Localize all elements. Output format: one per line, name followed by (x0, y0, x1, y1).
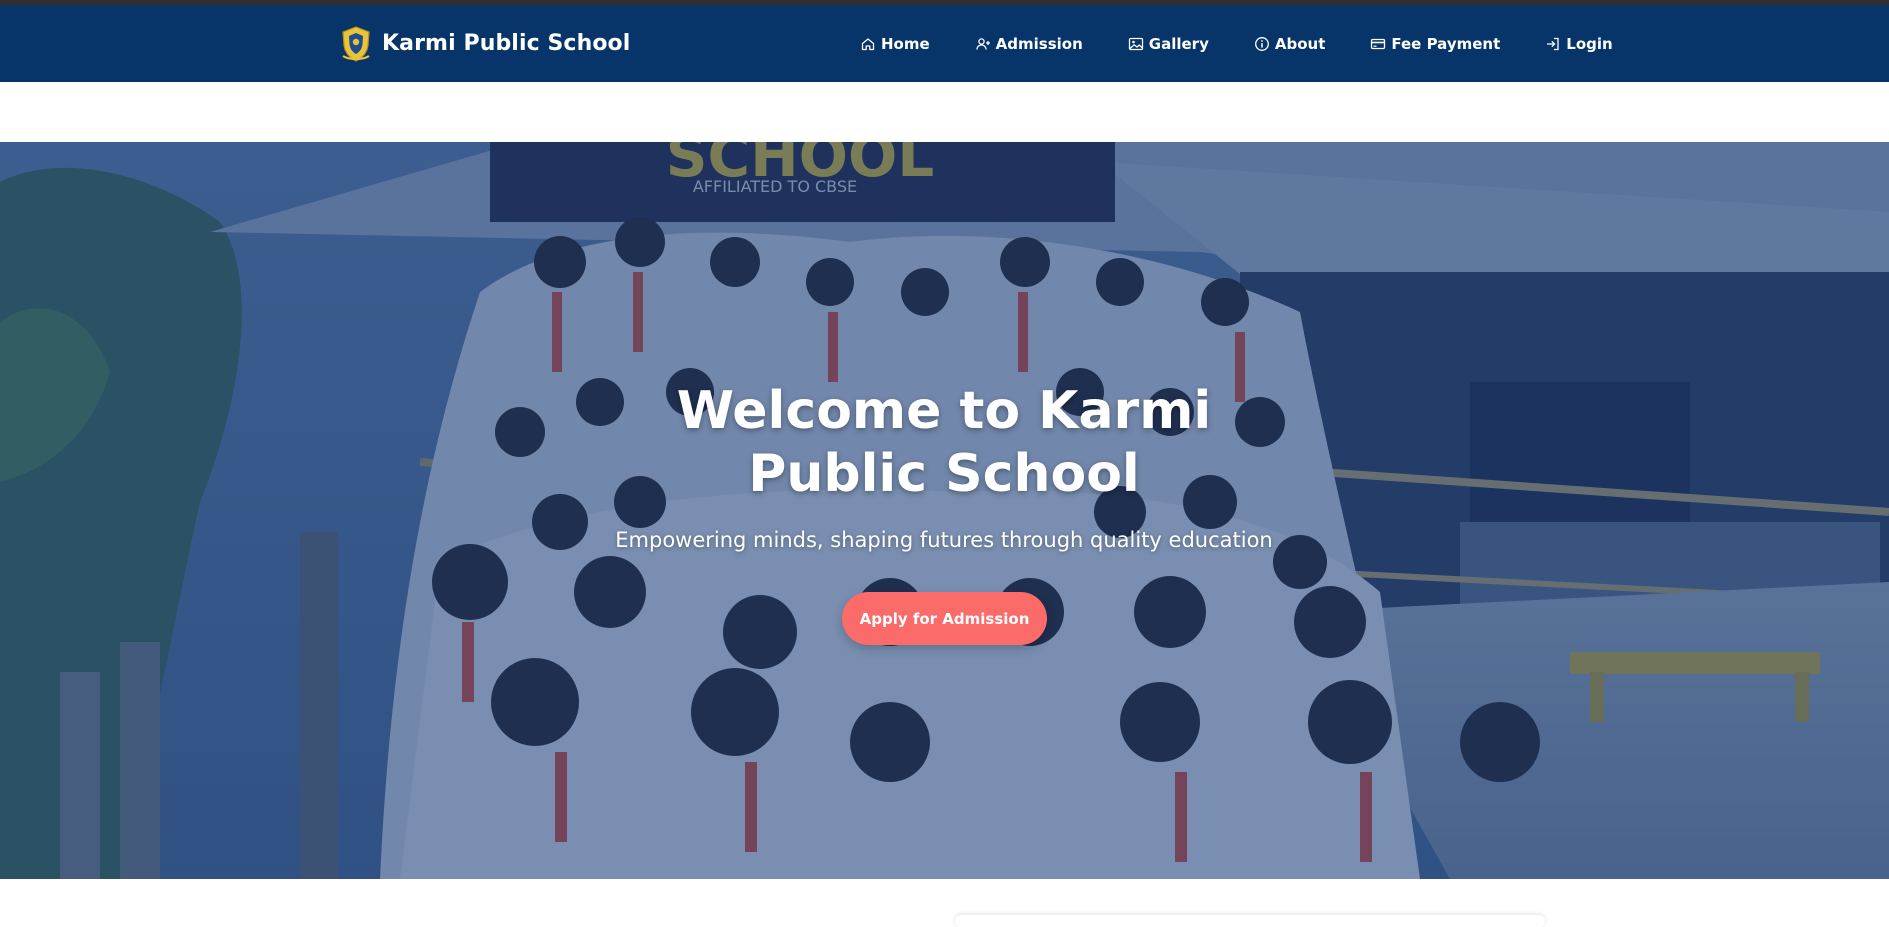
nav-item-home[interactable]: Home (860, 35, 930, 53)
nav-item-about[interactable]: About (1254, 34, 1326, 53)
info-icon (1254, 36, 1269, 51)
navbar: Karmi Public School Home Admission Galle… (0, 5, 1889, 82)
nav-item-label: Admission (995, 34, 1083, 53)
nav-item-admission[interactable]: Admission (975, 35, 1083, 53)
credit-card-icon (1371, 38, 1386, 49)
nav-item-label: Fee Payment (1391, 34, 1501, 53)
school-crest-icon (342, 25, 370, 62)
content-card-edge (955, 915, 1545, 927)
home-icon (861, 37, 875, 50)
brand-link[interactable]: Karmi Public School (340, 5, 630, 82)
nav-item-login[interactable]: Login (1545, 34, 1613, 53)
login-icon (1547, 37, 1559, 50)
nav-item-label: About (1274, 34, 1326, 53)
user-plus-icon (975, 37, 990, 50)
nav-item-gallery[interactable]: Gallery (1128, 35, 1209, 53)
apply-for-admission-button[interactable]: Apply for Admission (842, 592, 1047, 645)
brand-name: Karmi Public School (382, 31, 631, 56)
nav-item-label: Gallery (1148, 34, 1209, 53)
hero-overlay (0, 142, 1889, 879)
nav-item-label: Home (881, 34, 930, 53)
hero-title: Welcome to Karmi Public School (676, 381, 1212, 504)
image-icon (1128, 37, 1143, 50)
nav-item-label: Login (1566, 34, 1613, 53)
next-section (0, 879, 1889, 927)
hero-section: SCHOOL AFFILIATED TO CBSE Welcome to Kar… (0, 142, 1889, 879)
main-nav: Home Admission Gallery About Fee Payment… (860, 5, 1613, 82)
hero-subtitle: Empowering minds, shaping futures throug… (615, 528, 1273, 552)
nav-item-fee-payment[interactable]: Fee Payment (1370, 35, 1500, 53)
